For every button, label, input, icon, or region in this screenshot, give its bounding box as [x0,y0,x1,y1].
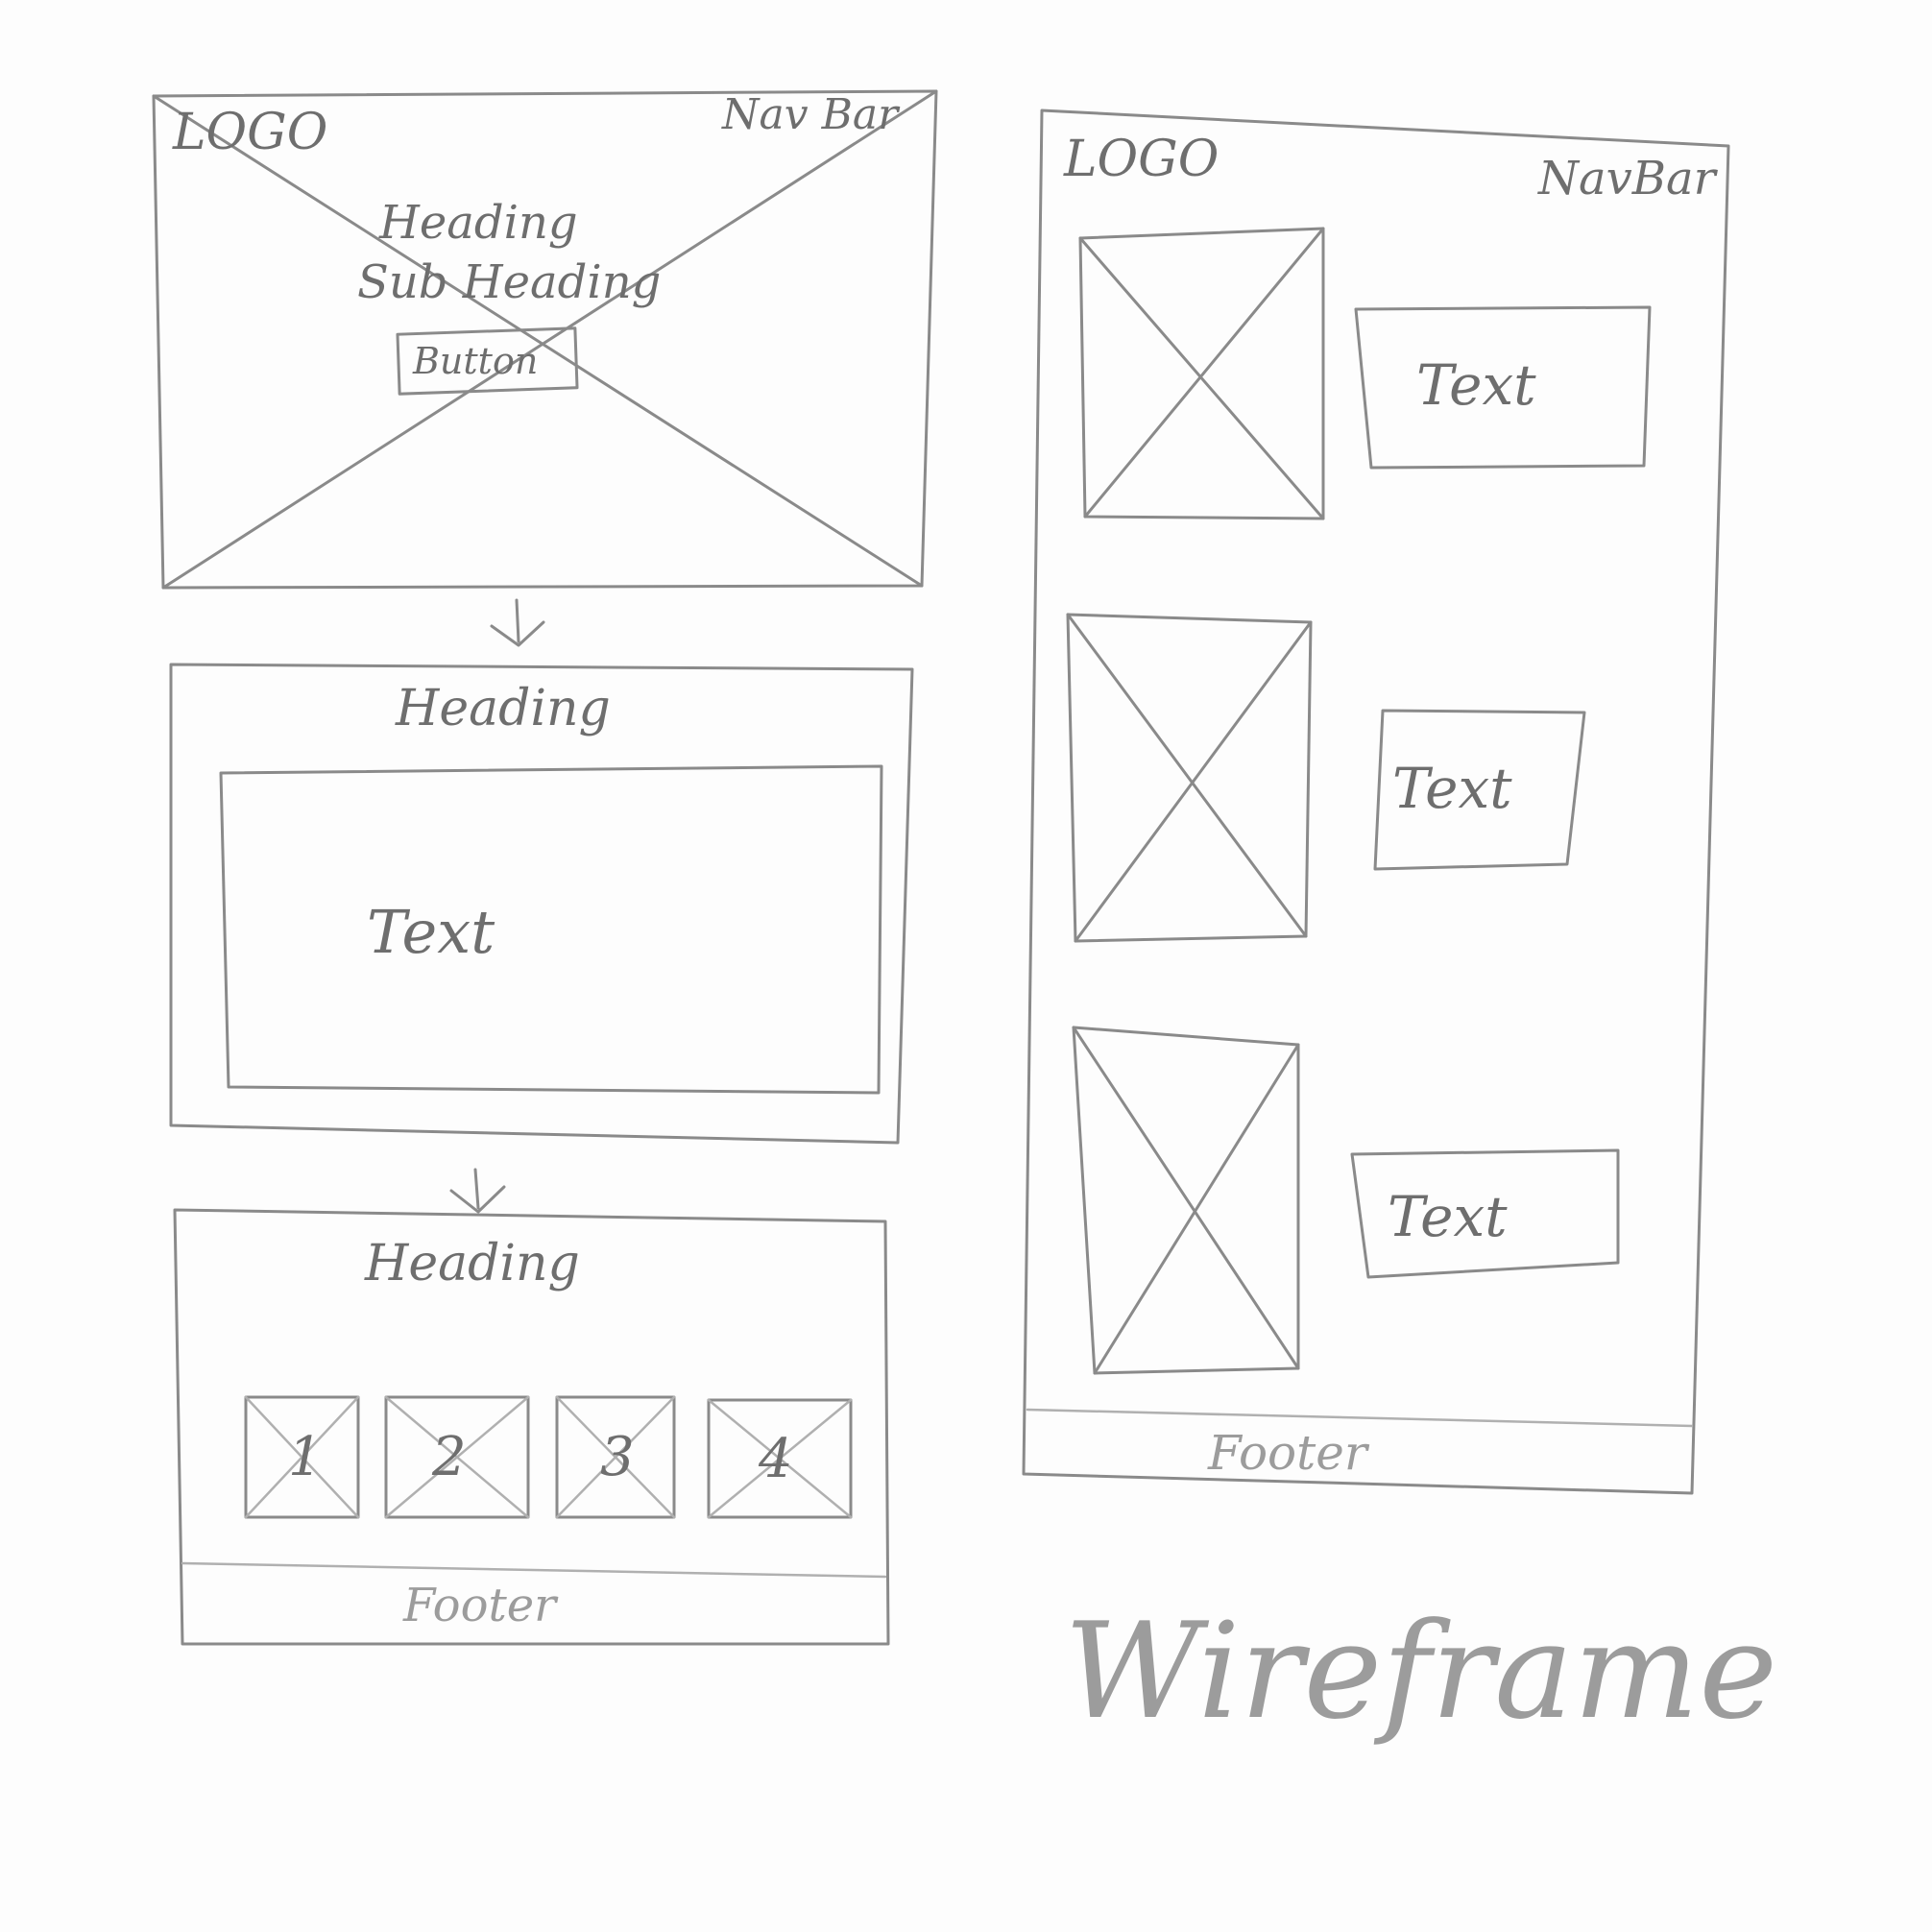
row1-image-outline [1078,227,1325,520]
wireframe-caption: Wireframe [1064,1594,1778,1749]
arrow-down-2 [449,1168,506,1214]
row2-text: Text [1392,756,1512,821]
arrow-down-1 [490,598,545,647]
row3-text: Text [1388,1184,1508,1249]
wireframe-sketch-page: LOGO Nav Bar Heading Sub Heading Button … [0,0,1932,1932]
row2-image-outline [1066,613,1313,943]
row1-text: Text [1416,352,1536,418]
right-nav-bar: NavBar [1538,152,1716,205]
left-footer: Footer [403,1579,557,1632]
hero-nav-bar: Nav Bar [722,90,899,139]
section2-text-box [219,764,883,1095]
thumb-label-4: 4 [759,1428,793,1490]
thumb-label-1: 1 [288,1426,323,1488]
right-wireframe-outline [1022,109,1730,1495]
right-footer: Footer [1208,1425,1367,1481]
section2-heading: Heading [396,680,611,737]
hero-logo: LOGO [173,104,328,161]
thumb-label-2: 2 [432,1426,467,1488]
hero-button-label: Button [413,340,539,382]
hero-heading: Heading [379,196,578,250]
section3-footer-divider [181,1561,887,1579]
hero-subheading: Sub Heading [357,255,662,309]
right-logo: LOGO [1064,131,1220,188]
section2-text: Text [367,897,495,967]
hero-section-outline [152,89,938,590]
thumb-label-3: 3 [600,1426,635,1488]
row3-image-outline [1072,1026,1300,1375]
section3-heading: Heading [365,1235,580,1292]
right-footer-divider [1026,1408,1694,1428]
